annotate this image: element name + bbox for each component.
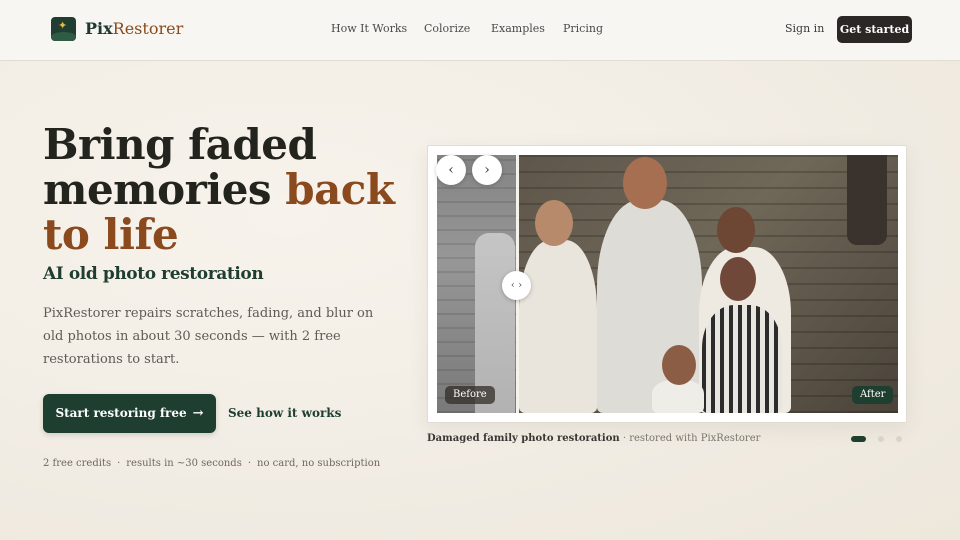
head-boy: [720, 257, 756, 301]
hanging-cloth: [847, 155, 887, 245]
meta-no-card: no card, no subscription: [257, 458, 381, 469]
sign-in-link[interactable]: Sign in: [785, 22, 824, 36]
meta-separator: ·: [117, 458, 121, 469]
title-accent-1: back: [285, 165, 395, 214]
see-how-it-works-link[interactable]: See how it works: [228, 405, 341, 421]
title-line-1: Bring faded: [43, 120, 317, 169]
title-accent-2: to life: [43, 210, 179, 259]
meta-separator: ·: [247, 458, 252, 469]
hero-subheading: AI old photo restoration: [43, 264, 264, 284]
cta-label: Start restoring free: [55, 406, 187, 420]
person-girl: [519, 240, 597, 413]
head-man: [623, 157, 667, 209]
head-child: [662, 345, 696, 385]
meta-credits: 2 free credits: [43, 458, 112, 469]
site-header: ✦ PixRestorer How It Works Colorize Exam…: [0, 0, 960, 61]
hero-meta: 2 free credits · results in ~30 seconds · no…: [43, 457, 380, 470]
hero-description: PixRestorer repairs scratches, fading, a…: [43, 306, 374, 367]
nav-examples[interactable]: Examples: [491, 22, 545, 36]
next-arrow-button[interactable]: ›: [472, 155, 502, 185]
hero-title: Bring faded memories back to life: [43, 122, 423, 257]
slide-dot[interactable]: [878, 436, 884, 442]
title-line-2: memories: [43, 165, 286, 214]
brand-part-1: Pix: [85, 19, 113, 38]
nav-pricing[interactable]: Pricing: [563, 22, 603, 36]
compare-slider-handle[interactable]: ‹ ›: [502, 271, 531, 300]
person-boy: [702, 305, 782, 413]
caption-credit: · restored with PixRestorer: [619, 433, 761, 444]
after-image: [517, 155, 898, 413]
hill-shape: [51, 32, 76, 41]
before-after-card: [427, 145, 907, 423]
slide-indicators: [851, 436, 911, 443]
start-restoring-button[interactable]: Start restoring free →: [43, 394, 216, 433]
nav-how-it-works[interactable]: How It Works: [331, 22, 407, 36]
chevron-right-icon: ›: [484, 162, 490, 178]
head-girl: [535, 200, 573, 246]
slide-dot[interactable]: [896, 436, 902, 442]
logo-icon[interactable]: ✦: [51, 17, 76, 41]
meta-speed: results in ~30 seconds: [126, 458, 242, 469]
photo-caption: Damaged family photo restoration · resto…: [427, 432, 760, 445]
before-label: Before: [445, 386, 495, 404]
chevron-left-icon: ‹: [448, 162, 454, 178]
caption-title: Damaged family photo restoration: [427, 433, 620, 444]
slide-dot-active[interactable]: [851, 436, 866, 442]
brand-name[interactable]: PixRestorer: [85, 19, 183, 39]
get-started-button[interactable]: Get started: [837, 16, 912, 43]
head-girl-right: [717, 207, 755, 253]
previous-arrow-button[interactable]: ‹: [436, 155, 466, 185]
arrow-right-icon: →: [192, 406, 204, 421]
after-label: After: [852, 386, 894, 404]
brand-part-2: Restorer: [112, 19, 184, 38]
nav-colorize[interactable]: Colorize: [424, 22, 470, 36]
sparkle-icon: ✦: [58, 19, 68, 32]
chevron-left-right-icon: ‹ ›: [510, 280, 523, 291]
